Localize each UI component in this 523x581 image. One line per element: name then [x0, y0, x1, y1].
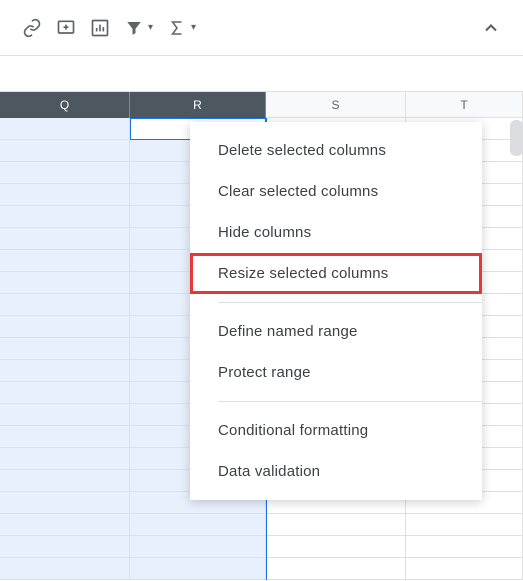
- menu-divider: [218, 401, 482, 402]
- menu-divider: [218, 302, 482, 303]
- insert-link-button[interactable]: [16, 12, 48, 44]
- cell[interactable]: [266, 536, 406, 558]
- column-header-r[interactable]: R: [130, 92, 266, 118]
- cell[interactable]: [130, 558, 266, 580]
- grid-row: [0, 514, 523, 536]
- comment-plus-icon: [56, 18, 76, 38]
- cell[interactable]: [0, 118, 130, 140]
- cell[interactable]: [0, 338, 130, 360]
- menu-item-data-validation[interactable]: Data validation: [190, 451, 482, 492]
- column-header-s[interactable]: S: [266, 92, 406, 118]
- chart-icon: [90, 18, 110, 38]
- column-headers: QRST: [0, 92, 523, 118]
- cell[interactable]: [0, 448, 130, 470]
- cell[interactable]: [266, 514, 406, 536]
- cell[interactable]: [0, 514, 130, 536]
- cell[interactable]: [0, 426, 130, 448]
- cell[interactable]: [406, 514, 523, 536]
- column-context-menu: Delete selected columnsClear selected co…: [190, 122, 482, 500]
- cell[interactable]: [0, 360, 130, 382]
- cell[interactable]: [0, 404, 130, 426]
- functions-group: ▾: [161, 12, 202, 44]
- toolbar: ▾ ▾: [0, 0, 523, 56]
- cell[interactable]: [0, 536, 130, 558]
- filter-button[interactable]: [118, 12, 150, 44]
- cell[interactable]: [406, 558, 523, 580]
- menu-item-protect-range[interactable]: Protect range: [190, 352, 482, 393]
- vertical-scrollbar-thumb[interactable]: [510, 120, 523, 156]
- cell[interactable]: [0, 184, 130, 206]
- grid-row: [0, 558, 523, 580]
- cell[interactable]: [0, 140, 130, 162]
- column-header-q[interactable]: Q: [0, 92, 130, 118]
- cell[interactable]: [0, 492, 130, 514]
- cell[interactable]: [0, 382, 130, 404]
- column-header-t[interactable]: T: [406, 92, 523, 118]
- functions-dropdown-arrow[interactable]: ▾: [191, 22, 196, 33]
- sigma-icon: [168, 19, 186, 37]
- cell[interactable]: [0, 228, 130, 250]
- menu-item-define-named-range[interactable]: Define named range: [190, 311, 482, 352]
- cell[interactable]: [0, 558, 130, 580]
- cell[interactable]: [0, 294, 130, 316]
- menu-item-clear-selected-columns[interactable]: Clear selected columns: [190, 171, 482, 212]
- cell[interactable]: [0, 250, 130, 272]
- cell[interactable]: [0, 316, 130, 338]
- cell[interactable]: [0, 470, 130, 492]
- cell[interactable]: [130, 536, 266, 558]
- cell[interactable]: [0, 272, 130, 294]
- chevron-up-icon: [481, 18, 501, 38]
- link-icon: [22, 18, 42, 38]
- formula-bar-area: [0, 56, 523, 92]
- cell[interactable]: [130, 514, 266, 536]
- insert-chart-button[interactable]: [84, 12, 116, 44]
- cell[interactable]: [266, 558, 406, 580]
- grid-row: [0, 536, 523, 558]
- cell[interactable]: [0, 162, 130, 184]
- menu-item-conditional-formatting[interactable]: Conditional formatting: [190, 410, 482, 451]
- filter-dropdown-arrow[interactable]: ▾: [148, 22, 153, 33]
- insert-comment-button[interactable]: [50, 12, 82, 44]
- menu-item-resize-selected-columns[interactable]: Resize selected columns: [190, 253, 482, 294]
- cell[interactable]: [0, 206, 130, 228]
- menu-item-delete-selected-columns[interactable]: Delete selected columns: [190, 130, 482, 171]
- filter-group: ▾: [118, 12, 159, 44]
- menu-item-hide-columns[interactable]: Hide columns: [190, 212, 482, 253]
- functions-button[interactable]: [161, 12, 193, 44]
- cell[interactable]: [406, 536, 523, 558]
- filter-icon: [125, 19, 143, 37]
- collapse-toolbar-button[interactable]: [475, 12, 507, 44]
